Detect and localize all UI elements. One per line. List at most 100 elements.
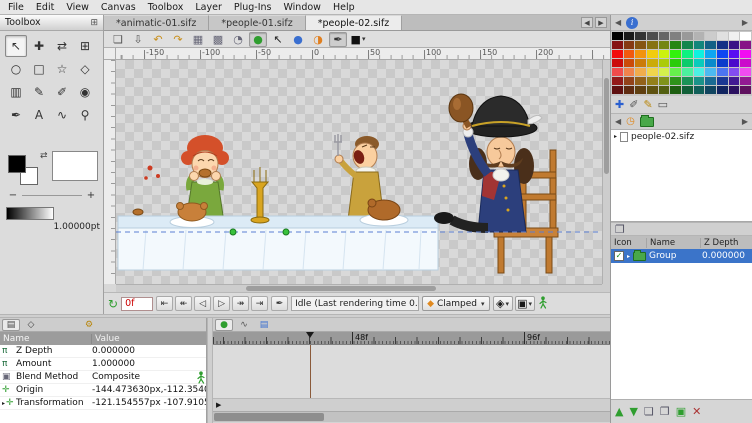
palette-swatch[interactable]: [612, 77, 623, 85]
canvas-viewport[interactable]: [116, 60, 602, 284]
palette-swatch[interactable]: [694, 50, 705, 58]
palette-swatch[interactable]: [717, 50, 728, 58]
palette-swatch[interactable]: [659, 59, 670, 67]
smooth-move-tool[interactable]: ✚: [28, 35, 50, 57]
palette-swatch[interactable]: [740, 77, 751, 85]
palette-swatch[interactable]: [647, 86, 658, 94]
timetrack-area[interactable]: [213, 345, 610, 398]
circle-tool[interactable]: ○: [5, 58, 27, 80]
scrollbar-thumb[interactable]: [246, 286, 436, 291]
palette-swatch[interactable]: [659, 32, 670, 40]
chevron-right-icon[interactable]: ▶: [742, 117, 748, 126]
param-value[interactable]: -121.154557px -107.9105: [92, 398, 206, 408]
horizontal-scrollbar[interactable]: [116, 284, 602, 292]
zoom-tool[interactable]: ⚲: [74, 104, 96, 126]
preview-icon[interactable]: ●: [249, 32, 267, 47]
chevron-right-icon[interactable]: ▶: [742, 18, 748, 27]
palette-swatch[interactable]: [682, 32, 693, 40]
palette-swatch[interactable]: [624, 50, 635, 58]
transform-tool[interactable]: ↖: [5, 35, 27, 57]
low-res-icon[interactable]: ◔: [229, 32, 247, 47]
palette-swatch[interactable]: [682, 68, 693, 76]
dock-icon[interactable]: ⊞: [90, 18, 98, 28]
tab-children2[interactable]: ▤: [255, 319, 273, 331]
palette-swatch[interactable]: [717, 68, 728, 76]
new-doc-icon[interactable]: ❏: [109, 32, 127, 47]
palette-swatch[interactable]: [705, 86, 716, 94]
polygon-tool[interactable]: ◇: [74, 58, 96, 80]
menu-file[interactable]: File: [2, 0, 30, 14]
fill-color-swatch[interactable]: [8, 155, 26, 173]
fill-swatch-dropdown[interactable]: ■▾: [349, 32, 367, 47]
brush-width-value[interactable]: 1.00000pt: [48, 222, 100, 232]
palette-swatch[interactable]: [670, 50, 681, 58]
open-palette-button[interactable]: ▭: [658, 98, 668, 111]
palette-swatch[interactable]: [659, 41, 670, 49]
increase-brush-button[interactable]: +: [84, 189, 98, 201]
current-time-field[interactable]: 0f: [121, 297, 153, 311]
palette-swatch[interactable]: [624, 77, 635, 85]
timetrack-scrollbar[interactable]: [213, 411, 610, 422]
column-name[interactable]: Name: [0, 334, 92, 344]
palette-swatch[interactable]: [612, 59, 623, 67]
palette-swatch[interactable]: [624, 86, 635, 94]
menu-window[interactable]: Window: [277, 0, 326, 14]
palette-swatch[interactable]: [717, 59, 728, 67]
tab-library[interactable]: ⚙: [80, 319, 98, 331]
tab-timetrack[interactable]: ●: [215, 319, 233, 331]
render-icon[interactable]: ✒: [329, 32, 347, 47]
eyedrop-tool[interactable]: ✒: [5, 104, 27, 126]
menu-canvas[interactable]: Canvas: [95, 0, 142, 14]
palette-swatch[interactable]: [705, 50, 716, 58]
expander-icon[interactable]: ▸: [614, 133, 617, 140]
palette-swatch[interactable]: [670, 32, 681, 40]
next-frame-button[interactable]: ↠: [232, 296, 249, 311]
palette-swatch[interactable]: [682, 77, 693, 85]
play-button[interactable]: ▷: [213, 296, 230, 311]
palette-swatch[interactable]: [729, 50, 740, 58]
palette-swatch[interactable]: [717, 86, 728, 94]
expander-icon[interactable]: ▸: [627, 253, 630, 260]
decrease-brush-button[interactable]: −: [6, 189, 20, 201]
layer-enable-checkbox[interactable]: ✓: [614, 251, 624, 261]
param-value[interactable]: -144.473630px,-112.3540: [92, 385, 206, 395]
mirror-tool[interactable]: ⇄: [51, 35, 73, 57]
palette-swatch[interactable]: [717, 32, 728, 40]
export-icon[interactable]: ⇩: [129, 32, 147, 47]
loop-icon[interactable]: ↻: [108, 297, 118, 311]
spline-tool[interactable]: ✎: [28, 81, 50, 103]
palette-swatch[interactable]: [612, 50, 623, 58]
brush-button[interactable]: ✐: [629, 98, 638, 111]
palette-swatch[interactable]: [647, 41, 658, 49]
palette-swatch[interactable]: [729, 68, 740, 76]
palette-swatch[interactable]: [729, 86, 740, 94]
param-row[interactable]: ▣Blend MethodComposite: [0, 371, 206, 384]
duplicate-layer-button[interactable]: ❐: [660, 405, 670, 418]
palette-swatch[interactable]: [705, 59, 716, 67]
palette-swatch[interactable]: [729, 59, 740, 67]
scrollbar-thumb[interactable]: [214, 413, 324, 421]
palette-swatch[interactable]: [705, 68, 716, 76]
palette-swatch[interactable]: [705, 41, 716, 49]
document-tab[interactable]: *people-01.sifz: [209, 15, 305, 30]
palette-swatch[interactable]: [635, 68, 646, 76]
vertical-scrollbar[interactable]: [602, 60, 610, 284]
column-name[interactable]: Name: [647, 238, 701, 248]
menu-layer[interactable]: Layer: [189, 0, 228, 14]
palette-swatch[interactable]: [740, 50, 751, 58]
scale-tool[interactable]: ⊞: [74, 35, 96, 57]
expander-icon[interactable]: ▸: [2, 400, 5, 407]
animate-man-icon[interactable]: [196, 371, 206, 384]
group-layer-button[interactable]: ▣: [676, 405, 686, 418]
canvas-browser-tab-icon[interactable]: [640, 117, 654, 127]
param-value[interactable]: 1.000000: [92, 359, 206, 369]
palette-swatch[interactable]: [647, 68, 658, 76]
palette-swatch[interactable]: [682, 86, 693, 94]
seek-begin-button[interactable]: ⇤: [156, 296, 173, 311]
palette-swatch[interactable]: [740, 86, 751, 94]
palette-swatch[interactable]: [670, 86, 681, 94]
palette-swatch[interactable]: [717, 77, 728, 85]
bone-lock-dropdown[interactable]: ▣▾: [515, 296, 535, 311]
palette-swatch[interactable]: [740, 32, 751, 40]
tab-children[interactable]: ◇: [22, 319, 40, 331]
